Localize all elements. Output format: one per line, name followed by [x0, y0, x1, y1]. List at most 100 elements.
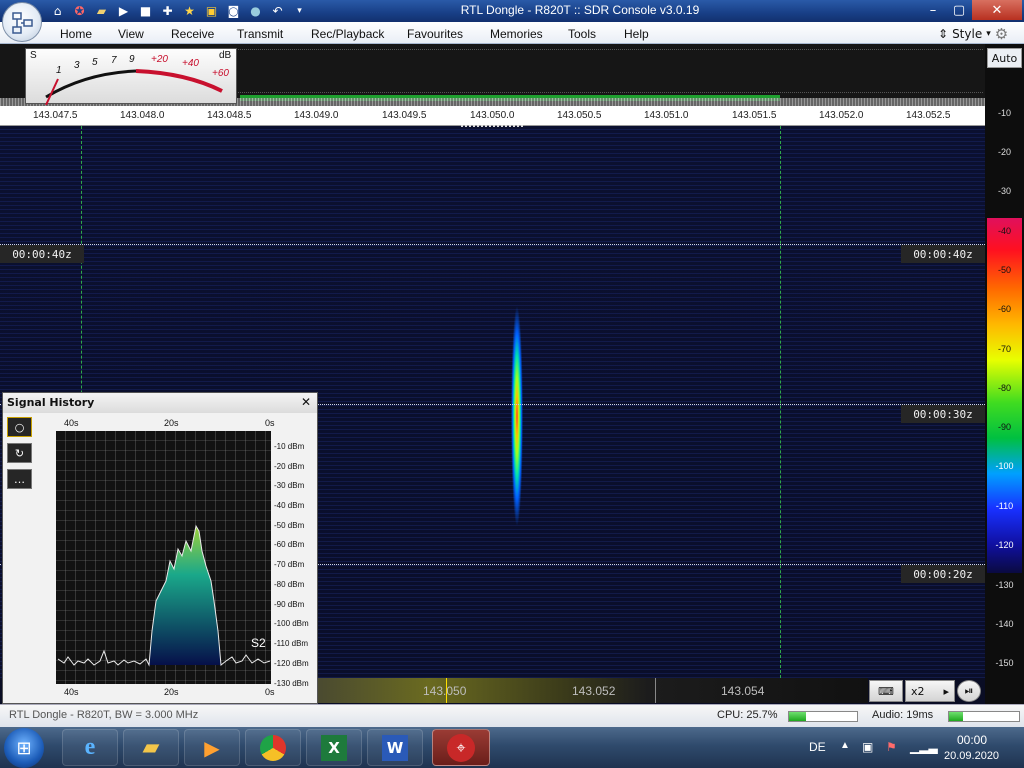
- y-tick-label: -110 dBm: [274, 639, 309, 648]
- drop-icon[interactable]: ●: [246, 2, 265, 20]
- tab-view[interactable]: View: [118, 27, 144, 41]
- camera-icon[interactable]: ◙: [224, 2, 243, 20]
- play-icon[interactable]: ▶: [114, 2, 133, 20]
- close-button[interactable]: ✕: [972, 0, 1022, 20]
- cpu-meter-fill: [789, 712, 807, 721]
- sort-icon: ⇕: [938, 27, 949, 41]
- device-tray-icon[interactable]: ▣: [862, 740, 873, 754]
- freq-tick-label: 143.048.0: [120, 110, 165, 121]
- tab-favourites[interactable]: Favourites: [407, 27, 463, 41]
- s-meter: S dB 1 3 5 7 9 +20 +40 +60: [25, 48, 237, 105]
- tab-help[interactable]: Help: [624, 27, 649, 41]
- style-label: Style: [952, 27, 983, 41]
- meter-arc: [45, 69, 223, 105]
- reset-button[interactable]: ↻: [7, 443, 32, 463]
- taskbar-excel[interactable]: X: [306, 729, 362, 766]
- app-menu-button[interactable]: [2, 2, 42, 42]
- db-tick-label: -100: [995, 461, 1014, 471]
- x-tick-label: 20s: [164, 418, 179, 428]
- chevron-up-icon[interactable]: ▲: [840, 740, 850, 751]
- keyboard-icon: ⌨: [878, 684, 894, 698]
- taskbar-word[interactable]: W: [367, 729, 423, 766]
- freq-tick-label: 143.050.0: [470, 110, 515, 121]
- word-icon: W: [382, 734, 408, 761]
- refresh-icon: ↻: [14, 446, 25, 460]
- star-icon[interactable]: ★: [180, 2, 199, 20]
- tab-receive[interactable]: Receive: [171, 27, 214, 41]
- start-button[interactable]: ⊞: [4, 728, 44, 768]
- skip-button[interactable]: ⏯: [957, 680, 981, 702]
- taskbar-explorer[interactable]: ▰: [123, 729, 179, 766]
- chevron-down-icon: ▾: [986, 29, 991, 39]
- x-tick-label: 40s: [64, 687, 79, 697]
- tab-rec-playback[interactable]: Rec/Playback: [311, 27, 384, 41]
- zoom-label: x2: [911, 684, 925, 698]
- y-tick-label: -70 dBm: [274, 560, 305, 569]
- tab-memories[interactable]: Memories: [490, 27, 543, 41]
- ribbon-menu: Home View Receive Transmit Rec/Playback …: [0, 22, 1024, 44]
- y-tick-label: -20 dBm: [274, 462, 305, 471]
- freq-tick-label: 143.052.5: [906, 110, 951, 121]
- windows-logo-icon: ⊞: [16, 737, 32, 759]
- tab-tools[interactable]: Tools: [568, 27, 596, 41]
- zoom-selector[interactable]: x2 ▸: [905, 680, 955, 702]
- clock-date[interactable]: 20.09.2020: [944, 750, 999, 762]
- panel-title: Signal History: [7, 396, 95, 409]
- y-tick-label: -40 dBm: [274, 501, 305, 510]
- x-tick-label: 0s: [265, 418, 275, 428]
- no-network-flag-icon[interactable]: ⚑: [886, 740, 897, 754]
- spectrum-grid: [238, 49, 983, 93]
- tuning-marker[interactable]: [461, 125, 523, 128]
- radio-tower-icon: ⌖: [447, 733, 475, 762]
- signal-history-title-bar[interactable]: Signal History ✕: [3, 393, 317, 413]
- taskbar-ie[interactable]: e: [62, 729, 118, 766]
- db-tick-label: -80: [997, 383, 1011, 393]
- keyboard-button[interactable]: ⌨: [869, 680, 903, 702]
- stop-icon[interactable]: ■: [136, 2, 155, 20]
- language-indicator[interactable]: DE: [809, 740, 826, 754]
- taskbar-chrome[interactable]: [245, 729, 301, 766]
- minimize-button[interactable]: –: [920, 0, 946, 20]
- lifebuoy-icon[interactable]: ✪: [70, 2, 89, 20]
- tab-transmit[interactable]: Transmit: [237, 27, 283, 41]
- timestamp-label: 00:00:40z: [901, 245, 985, 263]
- gear-icon[interactable]: ⚙: [995, 25, 1008, 43]
- db-tick-label: -30: [997, 186, 1011, 196]
- db-tick-label: -40: [997, 226, 1011, 236]
- db-tick-label: -110: [995, 501, 1014, 511]
- band-freq-label: 143.050: [423, 684, 467, 698]
- db-tick-label: -120: [995, 540, 1014, 550]
- db-tick-label: -70: [997, 344, 1011, 354]
- y-tick-label: -100 dBm: [274, 619, 309, 628]
- taskbar-sdr-console[interactable]: ⌖: [432, 729, 490, 766]
- y-tick-label: -120 dBm: [274, 659, 309, 668]
- lock-icon[interactable]: ▣: [202, 2, 221, 20]
- auto-scale-button[interactable]: Auto: [987, 48, 1022, 68]
- record-button[interactable]: ○: [7, 417, 32, 437]
- chevron-down-icon[interactable]: ▾: [290, 2, 309, 20]
- style-menu[interactable]: ⇕ Style ▾ ⚙: [938, 25, 1008, 43]
- db-tick-label: -90: [997, 422, 1011, 432]
- y-tick-label: -30 dBm: [274, 481, 305, 490]
- home-icon[interactable]: ⌂: [48, 2, 67, 20]
- taskbar-media-player[interactable]: ▶: [184, 729, 240, 766]
- clock-time[interactable]: 00:00: [957, 733, 987, 747]
- quick-access-toolbar: ⌂ ✪ ▰ ▶ ■ ✚ ★ ▣ ◙ ● ↶ ▾: [48, 2, 309, 20]
- signal-bars-icon[interactable]: ▁▂▃: [910, 740, 938, 754]
- device-status: RTL Dongle - R820T, BW = 3.000 MHz: [9, 709, 199, 721]
- x-tick-label: 40s: [64, 418, 79, 428]
- more-button[interactable]: …: [7, 469, 32, 489]
- maximize-button[interactable]: ▢: [946, 0, 972, 20]
- signal-history-panel: Signal History ✕ ○ ↻ … 40s 20s 0s 40s 20…: [2, 392, 318, 704]
- y-tick-label: -60 dBm: [274, 540, 305, 549]
- freq-tick-label: 143.052.0: [819, 110, 864, 121]
- sdr-console-window: ⌂ ✪ ▰ ▶ ■ ✚ ★ ▣ ◙ ● ↶ ▾ RTL Dongle - R82…: [0, 0, 1024, 768]
- chrome-icon: [260, 734, 286, 761]
- cpu-meter: [788, 711, 858, 722]
- plus-icon[interactable]: ✚: [158, 2, 177, 20]
- close-icon[interactable]: ✕: [301, 395, 311, 409]
- tab-home[interactable]: Home: [60, 27, 92, 41]
- folder-icon[interactable]: ▰: [92, 2, 111, 20]
- circle-icon: ○: [14, 420, 25, 434]
- undo-icon[interactable]: ↶: [268, 2, 287, 20]
